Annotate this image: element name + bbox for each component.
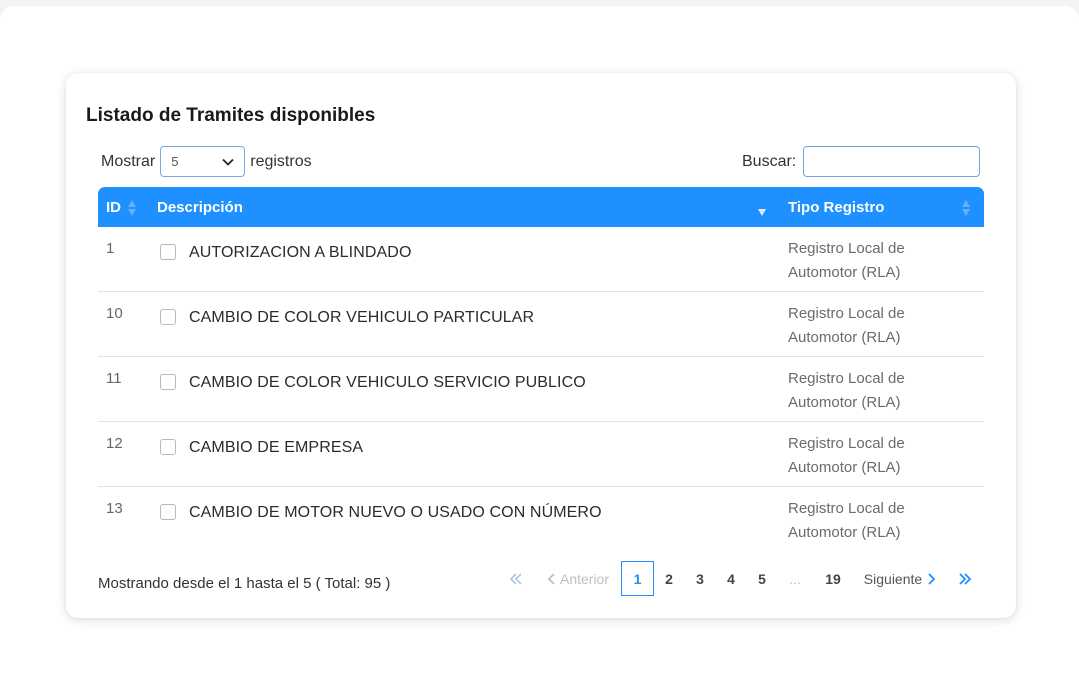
page-length-value: 5 xyxy=(171,154,179,169)
cell-id: 13 xyxy=(106,500,123,517)
search-control: Buscar: xyxy=(742,146,981,177)
column-header-id-label: ID xyxy=(106,198,121,216)
page-button-3[interactable]: 3 xyxy=(688,561,712,596)
page-length-select[interactable]: 5 xyxy=(160,146,246,177)
cell-id: 12 xyxy=(106,435,123,452)
row-checkbox[interactable] xyxy=(160,374,176,390)
previous-page-button[interactable]: Anterior xyxy=(544,561,612,596)
next-page-button[interactable]: Siguiente xyxy=(862,561,938,596)
cell-descripcion: CAMBIO DE EMPRESA xyxy=(189,439,364,456)
double-chevron-right-icon xyxy=(959,572,972,585)
table-row: 13 CAMBIO DE MOTOR NUEVO O USADO CON NÚM… xyxy=(98,487,984,552)
page-button-1[interactable]: 1 xyxy=(621,561,654,596)
cell-tipo-registro: Registro Local de Automotor (RLA) xyxy=(788,500,905,541)
page-button-2[interactable]: 2 xyxy=(657,561,681,596)
tramites-card: Listado de Tramites disponibles Mostrar … xyxy=(66,73,1016,618)
length-prefix: Mostrar xyxy=(101,152,156,170)
cell-id: 11 xyxy=(106,370,122,387)
sort-icon xyxy=(128,200,136,216)
column-header-descripcion[interactable]: Descripción xyxy=(157,187,777,227)
double-chevron-left-icon xyxy=(509,572,522,585)
length-suffix: registros xyxy=(250,152,312,170)
length-control: Mostrar 5 registros xyxy=(101,146,312,177)
search-input[interactable] xyxy=(803,146,981,177)
cell-descripcion: CAMBIO DE MOTOR NUEVO O USADO CON NÚMERO xyxy=(189,504,602,521)
page-button-4[interactable]: 4 xyxy=(719,561,743,596)
card-title: Listado de Tramites disponibles xyxy=(86,105,376,126)
table-row: 10 CAMBIO DE COLOR VEHICULO PARTICULAR R… xyxy=(98,292,984,357)
row-checkbox[interactable] xyxy=(160,244,176,260)
cell-tipo-registro: Registro Local de Automotor (RLA) xyxy=(788,305,905,346)
column-header-tipo-label: Tipo Registro xyxy=(788,198,885,216)
chevron-down-icon xyxy=(222,158,234,166)
page-container: Listado de Tramites disponibles Mostrar … xyxy=(0,6,1079,695)
table-row: 11 CAMBIO DE COLOR VEHICULO SERVICIO PUB… xyxy=(98,357,984,422)
chevron-right-icon xyxy=(928,572,936,585)
row-checkbox[interactable] xyxy=(160,309,176,325)
row-checkbox[interactable] xyxy=(160,439,176,455)
table-header: ID Descripción Tipo Registro xyxy=(98,187,984,227)
cell-descripcion: CAMBIO DE COLOR VEHICULO SERVICIO PUBLIC… xyxy=(189,374,586,391)
table-row: 12 CAMBIO DE EMPRESA Registro Local de A… xyxy=(98,422,984,487)
cell-tipo-registro: Registro Local de Automotor (RLA) xyxy=(788,370,905,411)
column-header-tipo-registro[interactable]: Tipo Registro xyxy=(788,187,984,227)
table-row: 1 AUTORIZACION A BLINDADO Registro Local… xyxy=(98,227,984,292)
cell-id: 10 xyxy=(106,305,123,322)
pagination-ellipsis: ... xyxy=(789,570,801,587)
tramites-table: ID Descripción Tipo Registro 1 AUTORIZAC… xyxy=(98,187,984,552)
table-info: Mostrando desde el 1 hasta el 5 ( Total:… xyxy=(98,575,391,592)
column-header-id[interactable]: ID xyxy=(106,187,150,227)
previous-label: Anterior xyxy=(559,570,610,587)
last-page-button[interactable] xyxy=(954,561,976,596)
cell-tipo-registro: Registro Local de Automotor (RLA) xyxy=(788,435,905,476)
sort-icon xyxy=(962,200,970,216)
page-button-5[interactable]: 5 xyxy=(750,561,774,596)
sort-desc-icon xyxy=(758,200,766,216)
page-button-19[interactable]: 19 xyxy=(818,561,848,596)
next-label: Siguiente xyxy=(863,570,923,587)
row-checkbox[interactable] xyxy=(160,504,176,520)
cell-id: 1 xyxy=(106,240,115,257)
cell-descripcion: CAMBIO DE COLOR VEHICULO PARTICULAR xyxy=(189,309,535,326)
cell-descripcion: AUTORIZACION A BLINDADO xyxy=(189,244,412,261)
column-header-descripcion-label: Descripción xyxy=(157,198,243,216)
chevron-left-icon xyxy=(547,572,555,585)
cell-tipo-registro: Registro Local de Automotor (RLA) xyxy=(788,240,905,281)
first-page-button[interactable] xyxy=(506,561,526,596)
search-label: Buscar: xyxy=(742,152,797,170)
